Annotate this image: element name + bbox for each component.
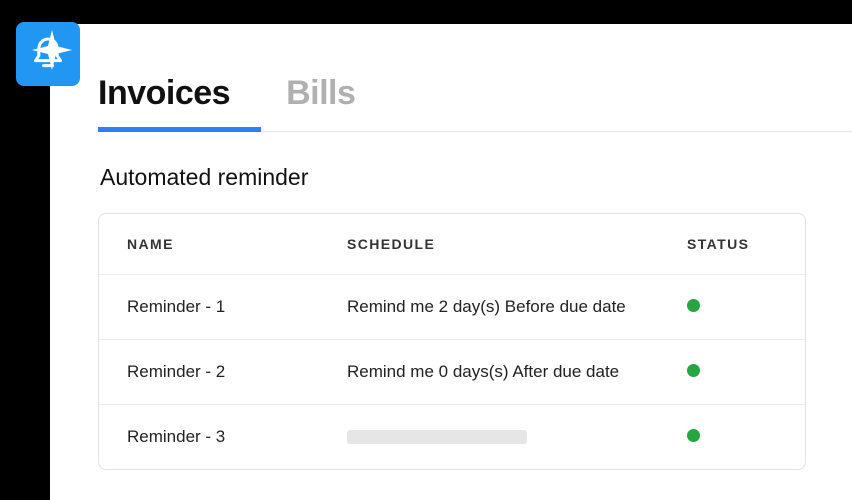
reminder-status (687, 362, 777, 382)
table-row[interactable]: Reminder - 1 Remind me 2 day(s) Before d… (99, 274, 805, 339)
reminder-table: NAME SCHEDULE STATUS Reminder - 1 Remind… (98, 213, 806, 470)
status-dot-active (687, 429, 700, 442)
reminder-schedule: Remind me 0 days(s) After due date (347, 362, 687, 382)
reminder-schedule (347, 430, 687, 444)
reminder-status (687, 297, 777, 317)
header-status: STATUS (687, 236, 777, 252)
reminder-status (687, 427, 777, 447)
section-title: Automated reminder (100, 164, 852, 191)
reminder-schedule: Remind me 2 day(s) Before due date (347, 297, 687, 317)
tab-bills[interactable]: Bills (286, 74, 355, 131)
reminder-name: Reminder - 3 (127, 427, 347, 447)
reminder-name: Reminder - 2 (127, 362, 347, 382)
tab-active-indicator (98, 127, 261, 132)
main-panel: Invoices Bills Automated reminder NAME S… (50, 24, 852, 500)
status-dot-active (687, 364, 700, 377)
header-schedule: SCHEDULE (347, 236, 687, 252)
schedule-placeholder (347, 430, 527, 444)
header-name: NAME (127, 236, 347, 252)
table-header: NAME SCHEDULE STATUS (99, 214, 805, 274)
tab-bar: Invoices Bills (98, 74, 852, 132)
status-dot-active (687, 299, 700, 312)
tab-invoices[interactable]: Invoices (98, 74, 230, 131)
table-row[interactable]: Reminder - 2 Remind me 0 days(s) After d… (99, 339, 805, 404)
table-row[interactable]: Reminder - 3 (99, 404, 805, 469)
sparkle-icon (32, 30, 72, 70)
notification-badge (16, 22, 80, 86)
reminder-name: Reminder - 1 (127, 297, 347, 317)
